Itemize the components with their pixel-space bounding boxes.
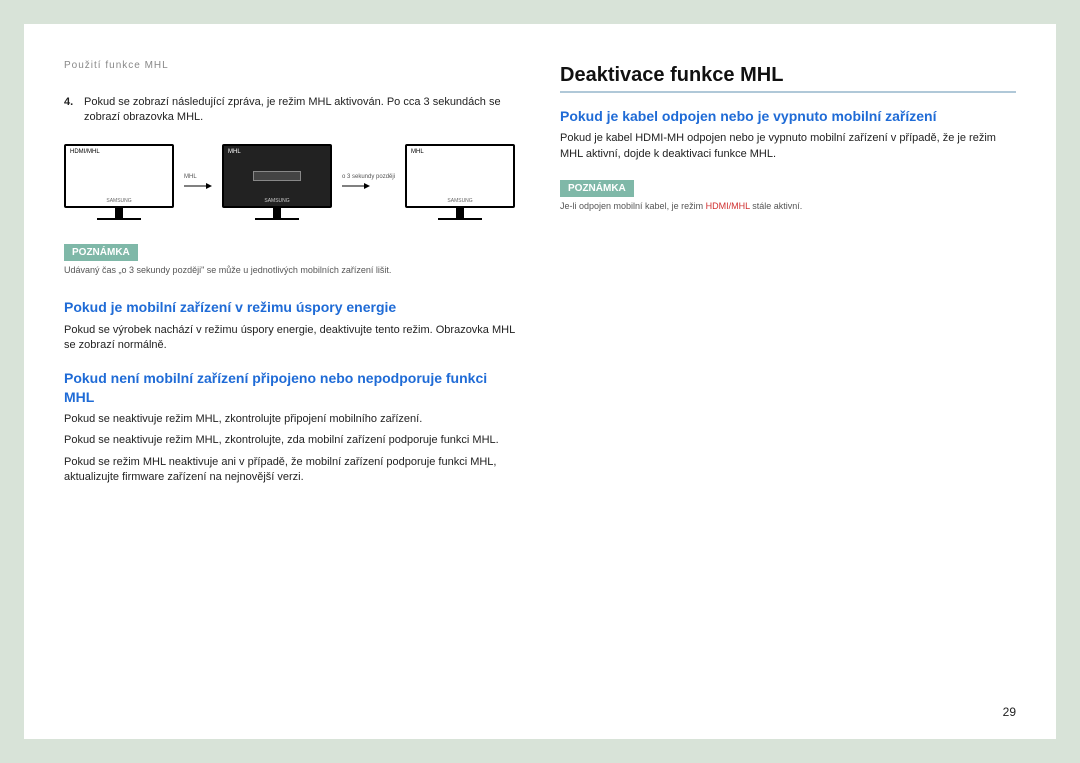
arrow1-label: MHL bbox=[184, 174, 197, 180]
breadcrumb: Použití funkce MHL bbox=[64, 60, 520, 71]
note-red: HDMI/MHL bbox=[706, 201, 750, 211]
page-number: 29 bbox=[1003, 705, 1016, 719]
screen1-label: HDMI/MHL bbox=[70, 149, 100, 155]
monitor-3: MHL SAMSUNG bbox=[405, 144, 515, 220]
left-column: Použití funkce MHL 4. Pokud se zobrazí n… bbox=[64, 60, 520, 703]
brand-label: SAMSUNG bbox=[264, 198, 289, 204]
brand-label: SAMSUNG bbox=[447, 198, 472, 204]
step-text: Pokud se zobrazí následující zpráva, je … bbox=[84, 95, 520, 126]
note-pre: Je-li odpojen mobilní kabel, je režim bbox=[560, 201, 706, 211]
monitor-1: HDMI/MHL SAMSUNG bbox=[64, 144, 174, 220]
subheading-cable: Pokud je kabel odpojen nebo je vypnuto m… bbox=[560, 107, 1016, 125]
arrow-1: MHL bbox=[184, 174, 212, 190]
paragraph-b2: Pokud se neaktivuje režim MHL, zkontrolu… bbox=[64, 433, 520, 448]
note-label-right: POZNÁMKA bbox=[560, 180, 634, 197]
paragraph-b1: Pokud se neaktivuje režim MHL, zkontrolu… bbox=[64, 412, 520, 427]
subheading-unsupported: Pokud není mobilní zařízení připojeno ne… bbox=[64, 369, 520, 405]
screen2-label: MHL bbox=[228, 149, 241, 155]
subheading-energy: Pokud je mobilní zařízení v režimu úspor… bbox=[64, 298, 520, 316]
monitor-diagram: HDMI/MHL SAMSUNG MHL MHL SAMSUNG o 3 sek… bbox=[64, 144, 520, 220]
note-text-right: Je-li odpojen mobilní kabel, je režim HD… bbox=[560, 201, 1016, 213]
document-page: Použití funkce MHL 4. Pokud se zobrazí n… bbox=[24, 24, 1056, 739]
heading-deactivate: Deaktivace funkce MHL bbox=[560, 64, 1016, 93]
note-post: stále aktivní. bbox=[750, 201, 803, 211]
right-column: Deaktivace funkce MHL Pokud je kabel odp… bbox=[560, 60, 1016, 703]
paragraph-b3: Pokud se režim MHL neaktivuje ani v příp… bbox=[64, 455, 520, 486]
paragraph-energy: Pokud se výrobek nachází v režimu úspory… bbox=[64, 323, 520, 354]
screen3-label: MHL bbox=[411, 149, 424, 155]
note-label: POZNÁMKA bbox=[64, 244, 138, 261]
brand-label: SAMSUNG bbox=[106, 198, 131, 204]
arrow-2: o 3 sekundy později bbox=[342, 174, 395, 190]
arrow2-label: o 3 sekundy později bbox=[342, 174, 395, 180]
step-4: 4. Pokud se zobrazí následující zpráva, … bbox=[64, 95, 520, 126]
paragraph-cable: Pokud je kabel HDMI-MH odpojen nebo je v… bbox=[560, 131, 1016, 162]
monitor-2: MHL SAMSUNG bbox=[222, 144, 332, 220]
note-text-left: Udávaný čas „o 3 sekundy později" se můž… bbox=[64, 265, 520, 277]
step-number: 4. bbox=[64, 95, 78, 126]
